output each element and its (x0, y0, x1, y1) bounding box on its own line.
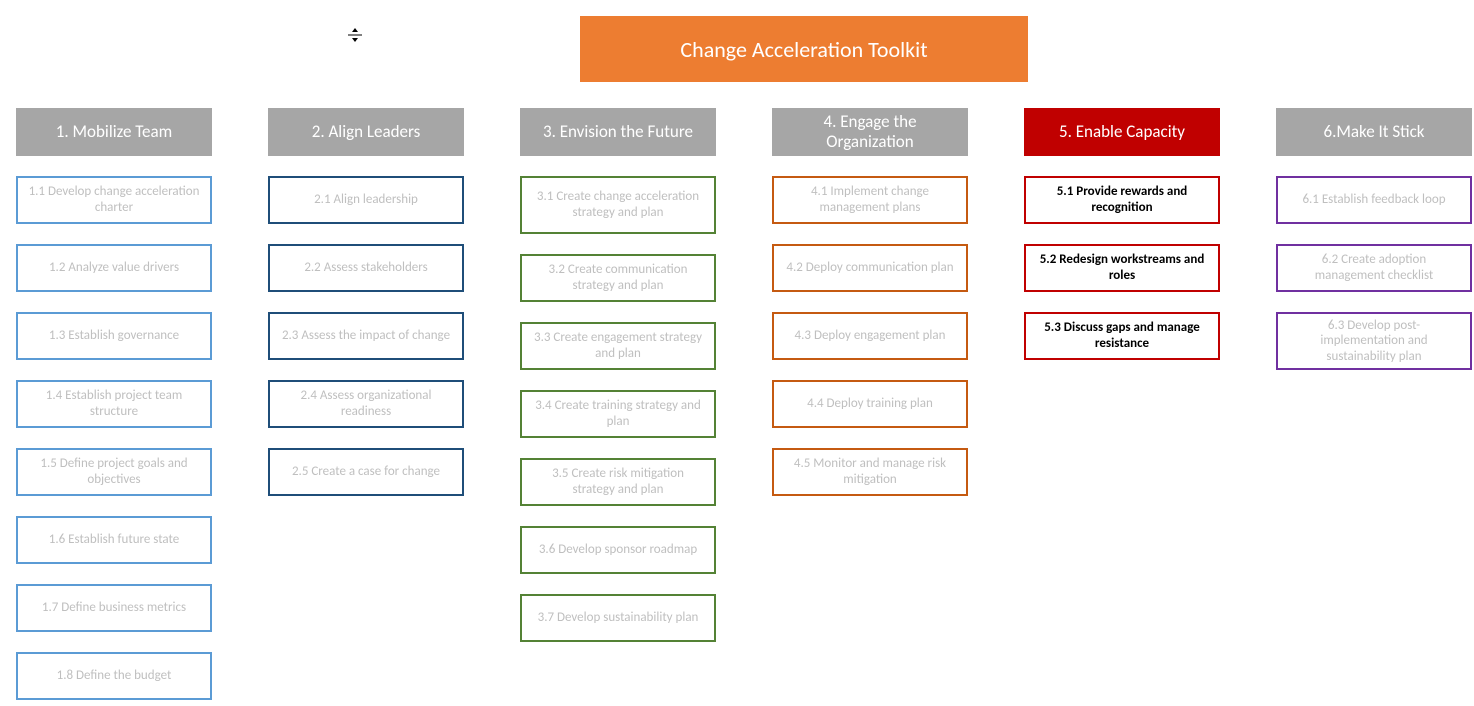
column-make-it-stick: 6.Make It Stick 6.1 Establish feedback l… (1276, 108, 1472, 700)
row-resize-icon (346, 28, 364, 42)
task-box: 2.2 Assess stakeholders (268, 244, 464, 292)
column-items: 2.1 Align leadership 2.2 Assess stakehol… (268, 176, 464, 496)
column-enable-capacity: 5. Enable Capacity 5.1 Provide rewards a… (1024, 108, 1220, 700)
column-items: 5.1 Provide rewards and recognition 5.2 … (1024, 176, 1220, 360)
task-box: 1.7 Define business metrics (16, 584, 212, 632)
task-box: 1.1 Develop change acceleration charter (16, 176, 212, 224)
column-items: 4.1 Implement change management plans 4.… (772, 176, 968, 496)
columns-container: 1. Mobilize Team 1.1 Develop change acce… (16, 108, 1472, 700)
task-box: 2.3 Assess the impact of change (268, 312, 464, 360)
task-box: 6.3 Develop post-implementation and sust… (1276, 312, 1472, 370)
task-box: 5.2 Redesign workstreams and roles (1024, 244, 1220, 292)
column-mobilize-team: 1. Mobilize Team 1.1 Develop change acce… (16, 108, 212, 700)
column-header: 2. Align Leaders (268, 108, 464, 156)
task-box: 3.1 Create change acceleration strategy … (520, 176, 716, 234)
task-box: 3.4 Create training strategy and plan (520, 390, 716, 438)
task-box: 1.3 Establish governance (16, 312, 212, 360)
column-header: 4. Engage the Organization (772, 108, 968, 156)
column-align-leaders: 2. Align Leaders 2.1 Align leadership 2.… (268, 108, 464, 700)
task-box: 1.2 Analyze value drivers (16, 244, 212, 292)
task-box: 6.1 Establish feedback loop (1276, 176, 1472, 224)
task-box: 4.5 Monitor and manage risk mitigation (772, 448, 968, 496)
column-header: 6.Make It Stick (1276, 108, 1472, 156)
task-box: 3.3 Create engagement strategy and plan (520, 322, 716, 370)
task-box: 1.4 Establish project team structure (16, 380, 212, 428)
task-box: 3.6 Develop sponsor roadmap (520, 526, 716, 574)
task-box: 1.8 Define the budget (16, 652, 212, 700)
task-box: 2.1 Align leadership (268, 176, 464, 224)
column-header: 1. Mobilize Team (16, 108, 212, 156)
task-box: 3.2 Create communication strategy and pl… (520, 254, 716, 302)
column-items: 6.1 Establish feedback loop 6.2 Create a… (1276, 176, 1472, 370)
task-box: 1.5 Define project goals and objectives (16, 448, 212, 496)
task-box: 1.6 Establish future state (16, 516, 212, 564)
task-box: 5.1 Provide rewards and recognition (1024, 176, 1220, 224)
task-box: 3.5 Create risk mitigation strategy and … (520, 458, 716, 506)
task-box: 4.1 Implement change management plans (772, 176, 968, 224)
column-items: 3.1 Create change acceleration strategy … (520, 176, 716, 642)
column-header: 5. Enable Capacity (1024, 108, 1220, 156)
column-engage-organization: 4. Engage the Organization 4.1 Implement… (772, 108, 968, 700)
column-header: 3. Envision the Future (520, 108, 716, 156)
task-box: 5.3 Discuss gaps and manage resistance (1024, 312, 1220, 360)
task-box: 2.5 Create a case for change (268, 448, 464, 496)
diagram-title: Change Acceleration Toolkit (580, 16, 1028, 82)
column-envision-future: 3. Envision the Future 3.1 Create change… (520, 108, 716, 700)
task-box: 2.4 Assess organizational readiness (268, 380, 464, 428)
task-box: 4.4 Deploy training plan (772, 380, 968, 428)
task-box: 4.3 Deploy engagement plan (772, 312, 968, 360)
task-box: 3.7 Develop sustainability plan (520, 594, 716, 642)
task-box: 4.2 Deploy communication plan (772, 244, 968, 292)
task-box: 6.2 Create adoption management checklist (1276, 244, 1472, 292)
column-items: 1.1 Develop change acceleration charter … (16, 176, 212, 700)
